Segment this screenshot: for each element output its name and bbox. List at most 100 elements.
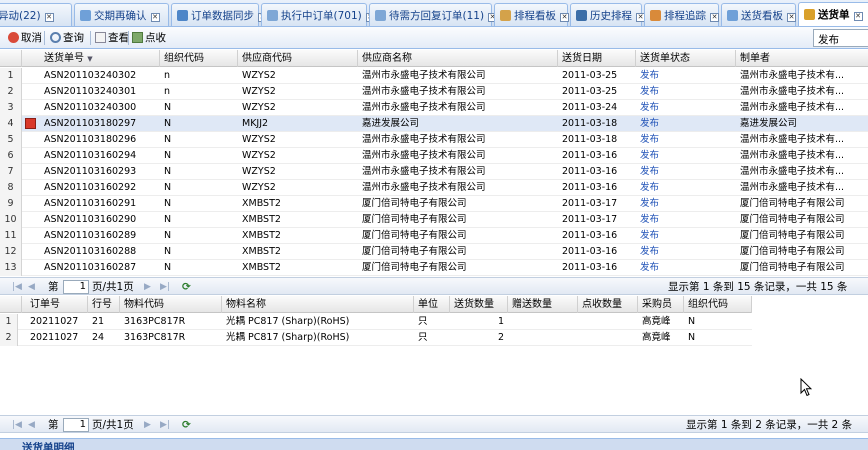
tab-anomaly[interactable]: 异动(22) ✕ bbox=[0, 3, 72, 26]
cell-sup: WZYS2 bbox=[242, 70, 276, 81]
cell-name: 温州市永盛电子技术有限公司 bbox=[362, 86, 486, 97]
close-icon[interactable]: ✕ bbox=[560, 13, 569, 22]
column-header[interactable]: 单位 bbox=[414, 296, 450, 313]
cell-no: ASN201103160289 bbox=[44, 230, 137, 241]
table-row[interactable]: 10 ASN201103160290 N XMBST2 厦门倍司特电子有限公司 2011-… bbox=[0, 212, 868, 228]
next-page-icon[interactable]: ▶ bbox=[144, 280, 151, 294]
column-header-label: 物料名称 bbox=[226, 299, 266, 310]
row-number: 10 bbox=[0, 212, 22, 228]
query-button[interactable]: 查询 bbox=[50, 30, 84, 46]
table-row[interactable]: 13 ASN201103160287 N XMBST2 厦门倍司特电子有限公司 2011-… bbox=[0, 260, 868, 276]
receive-button[interactable]: 点收 bbox=[132, 30, 166, 46]
cell-status: 发布 bbox=[640, 70, 660, 81]
column-header[interactable]: 送货单状态 bbox=[636, 50, 736, 67]
cell-name: 嘉进发展公司 bbox=[362, 118, 420, 129]
prev-page-icon[interactable]: ◀ bbox=[28, 280, 35, 294]
column-header[interactable]: 供应商代码 bbox=[238, 50, 358, 67]
view-button[interactable]: 查看 bbox=[95, 30, 129, 46]
table-row[interactable]: 11 ASN201103160289 N XMBST2 厦门倍司特电子有限公司 2011-… bbox=[0, 228, 868, 244]
tab-label: 异动(22) bbox=[0, 10, 41, 22]
page-label: 第 bbox=[48, 281, 59, 293]
prev-page-icon[interactable]: ◀ bbox=[28, 418, 35, 432]
table-row[interactable]: 4 ASN201103180297 N MKJJ2 嘉进发展公司 2011-03-18 发布… bbox=[0, 116, 868, 132]
table-row[interactable]: 9 ASN201103160291 N XMBST2 厦门倍司特电子有限公司 2011-0… bbox=[0, 196, 868, 212]
tab-label: 送货单 bbox=[818, 9, 850, 21]
cell-maker: 温州市永盛电子技术有... bbox=[740, 102, 845, 113]
table-row[interactable]: 12 ASN201103160288 N XMBST2 厦门倍司特电子有限公司 2011-… bbox=[0, 244, 868, 260]
cell-status: 发布 bbox=[640, 134, 660, 145]
top-paging-bar: |◀ ◀ 第 1 页/共1页 ▶ ▶| ⟳ 显示第 1 条到 15 条记录，一共… bbox=[0, 277, 868, 295]
column-header[interactable]: 制单者 bbox=[736, 50, 868, 67]
tab-executing-orders[interactable]: 执行中订单(701)✕ bbox=[261, 3, 375, 26]
cell-date: 2011-03-18 bbox=[562, 118, 618, 129]
status-filter-select[interactable]: 发布 bbox=[813, 29, 868, 47]
close-icon[interactable]: ✕ bbox=[853, 12, 863, 21]
cell-name: 温州市永盛电子技术有限公司 bbox=[362, 134, 486, 145]
column-header[interactable]: 供应商名称 bbox=[358, 50, 558, 67]
next-page-icon[interactable]: ▶ bbox=[144, 418, 151, 432]
first-page-icon[interactable]: |◀ bbox=[12, 280, 22, 294]
column-header[interactable]: 送货数量 bbox=[450, 296, 508, 313]
table-row[interactable]: 3 ASN201103240300 N WZYS2 温州市永盛电子技术有限公司 2011-… bbox=[0, 100, 868, 116]
cancel-label: 取消 bbox=[21, 32, 42, 44]
toolbar-separator bbox=[44, 31, 45, 45]
table-row[interactable]: 1 20211027 21 3163PC817R 光耦 PC817 (Sharp)(Ro… bbox=[0, 314, 752, 330]
tab-history-schedule[interactable]: 历史排程 ✕ bbox=[570, 3, 645, 26]
column-header[interactable]: 送货单号 ▼ bbox=[40, 50, 160, 67]
column-header-label: 组织代码 bbox=[688, 299, 728, 310]
cell-unit: 只 bbox=[418, 316, 428, 327]
cell-org: N bbox=[164, 166, 172, 177]
cell-no: ASN201103160294 bbox=[44, 150, 137, 161]
close-icon[interactable]: ✕ bbox=[44, 13, 54, 22]
tab-delivery-note[interactable]: 送货单 ✕ bbox=[798, 2, 868, 26]
last-page-icon[interactable]: ▶| bbox=[160, 418, 170, 432]
cancel-button[interactable]: 取消 bbox=[8, 30, 42, 46]
column-header[interactable]: 赠送数量 bbox=[508, 296, 578, 313]
tab-schedule-tracking[interactable]: 排程追踪 ✕ bbox=[644, 3, 719, 26]
refresh-icon[interactable]: ⟳ bbox=[182, 418, 191, 432]
last-page-icon[interactable]: ▶| bbox=[160, 280, 170, 294]
refresh-icon[interactable]: ⟳ bbox=[182, 280, 191, 294]
tab-pending-reply-orders[interactable]: 待需方回复订单(11) ✕ bbox=[369, 3, 498, 26]
cell-sup: WZYS2 bbox=[242, 166, 276, 177]
cell-org: N bbox=[164, 214, 172, 225]
table-row[interactable]: 6 ASN201103160294 N WZYS2 温州市永盛电子技术有限公司 2011-… bbox=[0, 148, 868, 164]
column-header[interactable]: 组织代码 bbox=[684, 296, 752, 313]
table-row[interactable]: 5 ASN201103180296 N WZYS2 温州市永盛电子技术有限公司 2011-… bbox=[0, 132, 868, 148]
toolbar-separator bbox=[128, 31, 129, 45]
column-header[interactable]: 物料名称 bbox=[222, 296, 414, 313]
cell-sup: XMBST2 bbox=[242, 214, 281, 225]
cell-org: N bbox=[164, 246, 172, 257]
column-header[interactable]: 订单号 bbox=[26, 296, 88, 313]
cell-status: 发布 bbox=[640, 246, 660, 257]
column-header-label: 送货日期 bbox=[562, 53, 602, 64]
cell-code: 3163PC817R bbox=[124, 332, 186, 343]
page-number-input[interactable]: 1 bbox=[63, 280, 89, 294]
tab-delivery-board[interactable]: 送货看板 ✕ bbox=[721, 3, 796, 26]
detail-panel-tab[interactable]: 送货单明细 bbox=[0, 438, 868, 450]
tab-schedule-board[interactable]: 排程看板 ✕ bbox=[494, 3, 569, 26]
document-icon bbox=[95, 32, 106, 43]
table-row[interactable]: 2 20211027 24 3163PC817R 光耦 PC817 (Sharp)(Ro… bbox=[0, 330, 752, 346]
column-header[interactable]: 物料代码 bbox=[120, 296, 222, 313]
tab-order-sync[interactable]: 订单数据同步✕ bbox=[171, 3, 267, 26]
column-header[interactable]: 送货日期 bbox=[558, 50, 636, 67]
column-header[interactable]: 点收数量 bbox=[578, 296, 638, 313]
page-number-input[interactable]: 1 bbox=[63, 418, 89, 432]
column-header[interactable]: 行号 bbox=[88, 296, 120, 313]
column-header[interactable]: 采购员 bbox=[638, 296, 684, 313]
cell-org: N bbox=[688, 332, 696, 343]
table-row[interactable]: 2 ASN201103240301 n WZYS2 温州市永盛电子技术有限公司 2011-… bbox=[0, 84, 868, 100]
table-row[interactable]: 8 ASN201103160292 N WZYS2 温州市永盛电子技术有限公司 2011-… bbox=[0, 180, 868, 196]
close-icon[interactable]: ✕ bbox=[710, 13, 719, 22]
tab-delivery-reconfirm[interactable]: 交期再确认 ✕ bbox=[74, 3, 169, 26]
close-icon[interactable]: ✕ bbox=[787, 13, 796, 22]
delivery-note-grid: 送货单号 ▼ 组织代码 供应商代码 供应商名称 送货日期 送货单状态 制单者 1… bbox=[0, 50, 868, 277]
tab-label: 执行中订单(701) bbox=[281, 10, 362, 22]
page-total-label: 页/共1页 bbox=[92, 281, 134, 293]
first-page-icon[interactable]: |◀ bbox=[12, 418, 22, 432]
table-row[interactable]: 7 ASN201103160293 N WZYS2 温州市永盛电子技术有限公司 2011-… bbox=[0, 164, 868, 180]
table-row[interactable]: 1 ASN201103240302 n WZYS2 温州市永盛电子技术有限公司 2011-… bbox=[0, 68, 868, 84]
column-header[interactable]: 组织代码 bbox=[160, 50, 238, 67]
close-icon[interactable]: ✕ bbox=[150, 13, 160, 22]
